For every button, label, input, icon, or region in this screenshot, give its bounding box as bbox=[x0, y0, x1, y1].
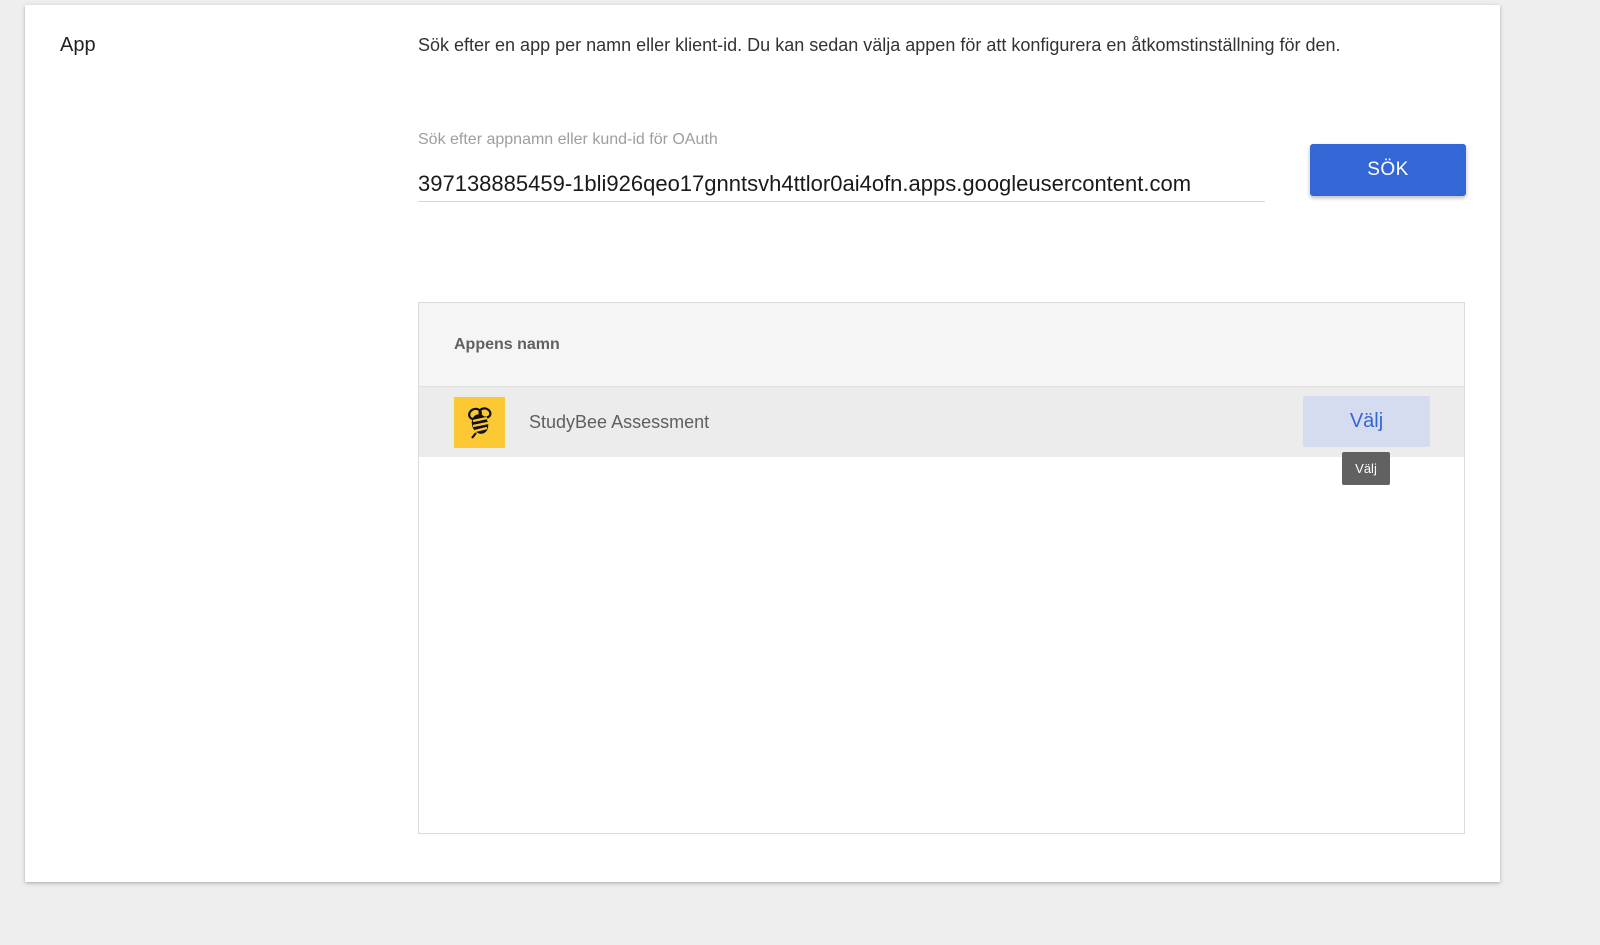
search-input[interactable] bbox=[418, 167, 1265, 202]
select-app-button[interactable]: Välj bbox=[1303, 396, 1430, 447]
section-title: App bbox=[60, 34, 96, 56]
bee-icon bbox=[454, 396, 505, 448]
table-header: Appens namn bbox=[419, 303, 1464, 387]
column-header-app-name: Appens namn bbox=[454, 335, 560, 353]
select-tooltip: Välj bbox=[1342, 452, 1390, 485]
search-button[interactable]: SÖK bbox=[1310, 144, 1466, 196]
app-name: StudyBee Assessment bbox=[529, 411, 710, 432]
table-row[interactable]: StudyBee Assessment Välj bbox=[419, 387, 1464, 457]
search-label: Sök efter appnamn eller kund-id för OAut… bbox=[418, 131, 718, 148]
search-description: Sök efter en app per namn eller klient-i… bbox=[418, 35, 1341, 55]
results-table: Appens namn StudyBee Assessment Välj bbox=[418, 302, 1465, 834]
app-settings-card: App Sök efter en app per namn eller klie… bbox=[25, 5, 1500, 882]
